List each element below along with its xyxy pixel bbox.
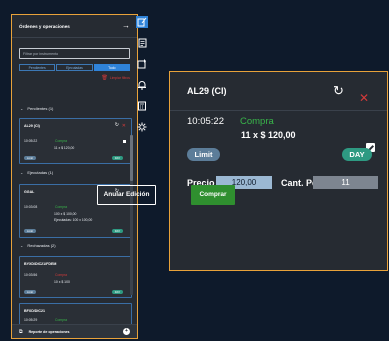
scrollbar-thumb[interactable] [130, 135, 133, 181]
gear-icon[interactable] [136, 121, 148, 133]
trash-icon: 🗑 [101, 75, 108, 81]
close-icon[interactable]: ✕ [359, 92, 369, 104]
divider [12, 37, 137, 38]
card-executed: Ejecutadas: 100 x 100,00 [54, 218, 93, 222]
clear-filters-link[interactable]: 🗑 Limpiar filtros [12, 75, 130, 81]
panel-title: Órdenes y operaciones [19, 23, 70, 29]
limit-badge: Limit [24, 229, 36, 233]
edit-icon[interactable] [123, 140, 126, 143]
detail-title: AL29 (CI) [187, 86, 227, 96]
section-rejected[interactable]: ⌄ Rechazadas (2) [12, 243, 56, 248]
card-time: 10:03:08 [24, 205, 38, 209]
section-pending[interactable]: ⌄ Pendientes (1) [12, 106, 53, 111]
card-title: BYXD/DIC21/FDEM [24, 262, 57, 266]
panel-header: Órdenes y operaciones → [12, 15, 137, 37]
card-qty: 11 x $ 120,00 [54, 146, 75, 150]
buy-button[interactable]: Comprar [191, 185, 235, 205]
tab-all[interactable]: Todo [93, 64, 130, 71]
day-badge: DAY [112, 229, 123, 233]
instrument-filter-input[interactable]: Filtrar por instrumento [19, 48, 130, 59]
detail-quantity-price: 11 x $ 120,00 [241, 130, 296, 140]
add-list-icon[interactable] [136, 58, 148, 70]
card-qty: 100 x $ 100,00 [54, 212, 77, 216]
section-pending-label: Pendientes (1) [27, 106, 54, 111]
card-title: BFXD/DIC21 [24, 309, 45, 313]
calculator-icon[interactable] [136, 100, 148, 112]
day-badge: DAY [112, 156, 123, 160]
refresh-icon[interactable]: ↻ [115, 122, 119, 128]
pending-qty-input[interactable]: 11 [313, 176, 378, 189]
document-icon[interactable] [136, 37, 148, 49]
report-icon: ⧉ [19, 328, 23, 335]
card-title: AL29 (CI) [24, 124, 40, 128]
cancel-edit-button[interactable]: Anular Edición [97, 185, 156, 205]
chevron-down-icon: ⌄ [20, 106, 24, 111]
card-qty: 10 x $ 100 [54, 280, 70, 284]
chevron-down-icon: ⌄ [20, 243, 24, 248]
order-card[interactable]: BYXD/DIC21/FDEM 10:03:56 Compra 10 x $ 1… [19, 256, 132, 298]
tab-pending[interactable]: Pendientes [19, 64, 56, 71]
clear-filters-label: Limpiar filtros [109, 76, 130, 80]
close-icon[interactable]: ✕ [122, 123, 126, 129]
card-time: 10:05:29 [24, 318, 38, 322]
card-time: 10:03:56 [24, 273, 38, 277]
arrow-right-icon[interactable]: → [122, 22, 130, 30]
chevron-down-icon: ⌄ [20, 170, 24, 175]
section-rejected-label: Rechazadas (2) [27, 243, 56, 248]
section-executed-label: Ejecutadas (1) [27, 170, 54, 175]
edit-panel-icon[interactable] [136, 16, 148, 28]
day-badge: DAY [112, 290, 123, 294]
card-title: GGAL [24, 190, 35, 194]
expand-plus-icon[interactable]: + [123, 328, 130, 335]
detail-time: 10:05:22 [187, 116, 224, 127]
divider [170, 110, 387, 111]
operations-report-bar[interactable]: ⧉ Reporte de operaciones + [12, 324, 137, 338]
card-side: Compra [55, 139, 68, 143]
day-badge: DAY [342, 148, 372, 161]
detail-side: Compra [240, 116, 274, 127]
limit-badge: Limit [24, 290, 36, 294]
order-detail-card: AL29 (CI) ↻ ✕ 10:05:22 Compra 11 x $ 120… [169, 71, 388, 271]
refresh-icon[interactable]: ↻ [333, 84, 344, 97]
order-card[interactable]: AL29 (CI) ↻ ✕ 10:05:22 Compra 11 x $ 120… [19, 118, 132, 164]
limit-badge: Limit [187, 148, 220, 161]
status-segmented-control: Pendientes Ejecutadas Todo [19, 64, 130, 71]
card-side: Compra [55, 205, 68, 209]
card-side: Compra [55, 273, 68, 277]
section-executed[interactable]: ⌄ Ejecutadas (1) [12, 170, 53, 175]
limit-badge: Limit [24, 156, 36, 160]
orders-panel: Órdenes y operaciones → Filtrar por inst… [11, 14, 138, 339]
operations-report-label: Reporte de operaciones [28, 329, 70, 334]
tab-executed[interactable]: Ejecutadas [56, 64, 93, 71]
card-side: Compra [55, 318, 68, 322]
bell-icon[interactable] [136, 79, 148, 91]
card-time: 10:05:22 [24, 139, 38, 143]
